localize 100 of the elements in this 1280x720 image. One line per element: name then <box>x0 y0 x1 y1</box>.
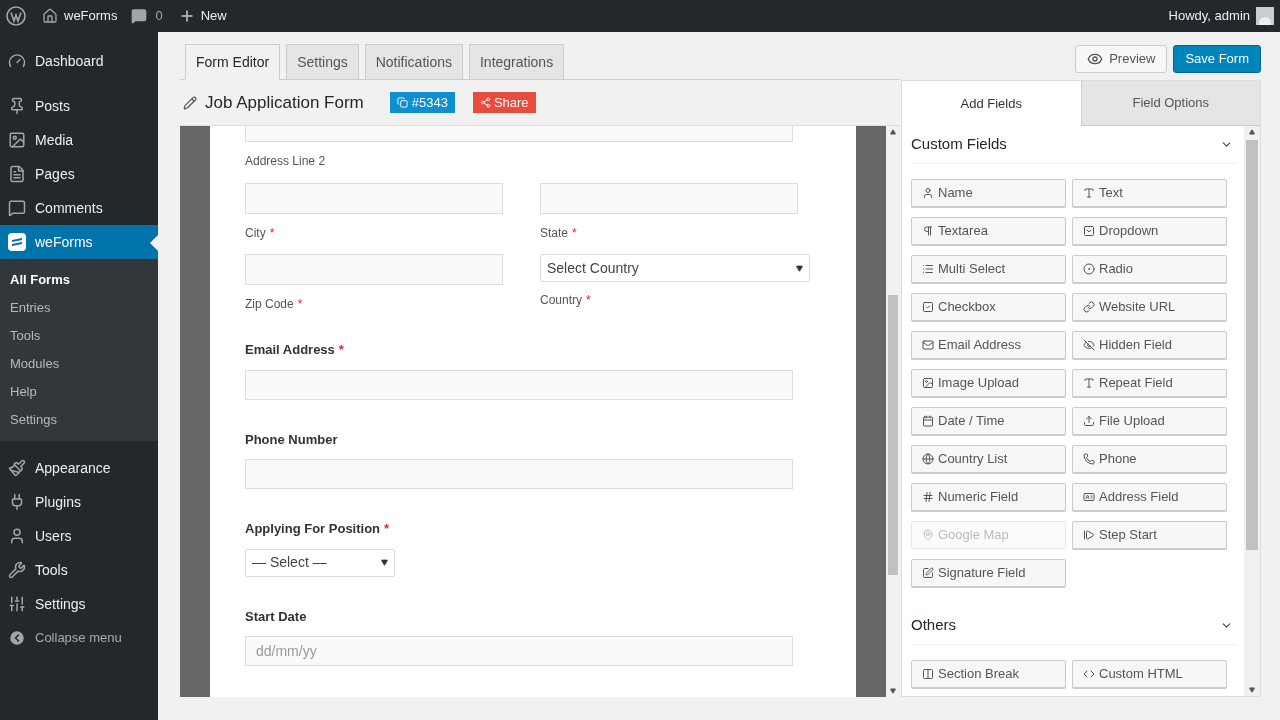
field-sublabel: State * <box>540 225 577 242</box>
scrollbar[interactable] <box>1244 126 1260 696</box>
columns-icon <box>922 668 934 680</box>
text-input[interactable] <box>245 126 793 142</box>
sidebar-item[interactable]: Posts <box>0 89 158 123</box>
sidebar-item[interactable]: Dashboard <box>0 44 158 78</box>
sidebar-item[interactable]: Pages <box>0 157 158 191</box>
editor-tab[interactable]: Integrations <box>469 44 565 80</box>
field-button[interactable]: Section Break <box>911 660 1066 688</box>
share-button[interactable]: Share <box>472 92 536 113</box>
field-button[interactable]: Address Field <box>1072 483 1227 511</box>
calendar-icon <box>922 415 934 427</box>
required-mark: * <box>269 226 275 240</box>
site-link[interactable]: weForms <box>64 6 118 26</box>
share-icon <box>479 97 491 108</box>
gauge-icon <box>8 52 26 70</box>
scroll-up-icon[interactable] <box>1249 129 1255 135</box>
menu-pointer-icon <box>150 235 158 251</box>
preview-button[interactable]: Preview <box>1075 45 1168 73</box>
sidebar-item[interactable]: Settings <box>0 587 158 621</box>
scroll-down-icon[interactable] <box>1249 687 1255 693</box>
field-button[interactable]: Multi Select <box>911 255 1066 283</box>
editor-tab[interactable]: Notifications <box>364 44 463 80</box>
sidebar-item[interactable]: Appearance <box>0 451 158 485</box>
form-id-badge[interactable]: #5343 <box>389 92 455 113</box>
field-button[interactable]: Textarea <box>911 217 1066 245</box>
text-input[interactable] <box>245 254 503 285</box>
section-heading[interactable]: Custom Fields <box>911 133 1007 156</box>
text-input[interactable] <box>245 459 793 489</box>
field-button[interactable]: Name <box>911 179 1066 207</box>
dropdown-icon <box>1083 225 1095 237</box>
comment-icon[interactable] <box>131 8 148 24</box>
sliders-icon <box>8 595 26 613</box>
plus-icon[interactable] <box>178 8 195 24</box>
scrollbar[interactable] <box>886 126 900 697</box>
save-form-button[interactable]: Save Form <box>1173 45 1261 73</box>
sidebar-item[interactable]: Users <box>0 519 158 553</box>
scroll-up-icon[interactable] <box>890 129 896 135</box>
submenu-item[interactable]: All Forms <box>0 266 158 294</box>
sidebar-item[interactable]: Tools <box>0 553 158 587</box>
field-button[interactable]: Hidden Field <box>1072 331 1227 359</box>
link-icon <box>1083 301 1095 313</box>
comment-count[interactable]: 0 <box>155 6 163 26</box>
field-button[interactable]: Image Upload <box>911 369 1066 397</box>
field-button[interactable]: Step Start <box>1072 521 1227 549</box>
section-heading[interactable]: Others <box>911 614 956 637</box>
pin-icon <box>8 97 26 115</box>
caret-icon <box>796 264 803 272</box>
submenu-item[interactable]: Settings <box>0 406 158 434</box>
country-select[interactable]: Select Country <box>540 254 810 282</box>
field-button[interactable]: Text <box>1072 179 1227 207</box>
field-button[interactable]: Website URL <box>1072 293 1227 321</box>
field-button[interactable]: Date / Time <box>911 407 1066 435</box>
field-label: Phone Number <box>245 430 338 449</box>
position-select[interactable]: — Select — <box>245 548 395 577</box>
field-button[interactable]: Custom HTML <box>1072 660 1227 688</box>
paragraph-icon <box>922 225 934 237</box>
field-button[interactable]: Radio <box>1072 255 1227 283</box>
sidebar-item[interactable]: weForms <box>0 225 158 259</box>
field-button[interactable]: File Upload <box>1072 407 1227 435</box>
field-button[interactable]: Checkbox <box>911 293 1066 321</box>
text-input[interactable] <box>245 369 793 400</box>
field-button[interactable]: Dropdown <box>1072 217 1227 245</box>
edit-icon <box>922 567 934 579</box>
form-title[interactable]: Job Application Form <box>205 89 364 116</box>
field-button[interactable]: Country List <box>911 445 1066 473</box>
editor-tab[interactable]: Settings <box>286 44 359 80</box>
field-button[interactable]: Signature Field <box>911 559 1066 587</box>
submenu-item[interactable]: Tools <box>0 322 158 350</box>
text-input[interactable] <box>245 183 503 214</box>
scroll-down-icon[interactable] <box>890 688 896 694</box>
sidebar-item[interactable]: Plugins <box>0 485 158 519</box>
brush-icon <box>8 459 26 477</box>
editor-tab[interactable]: Form Editor <box>185 44 281 80</box>
submenu-item[interactable]: Entries <box>0 294 158 322</box>
sidebar-item[interactable]: Comments <box>0 191 158 225</box>
field-button[interactable]: Phone <box>1072 445 1227 473</box>
panel-tab[interactable]: Field Options <box>1080 81 1260 126</box>
eye-icon <box>1087 51 1104 67</box>
pencil-icon[interactable] <box>183 95 197 110</box>
field-sublabel: Address Line 2 <box>245 153 327 170</box>
text-input[interactable] <box>540 183 798 214</box>
submenu-item[interactable]: Help <box>0 378 158 406</box>
field-label: Email Address * <box>245 341 344 359</box>
field-sublabel: Country * <box>540 292 591 309</box>
collapse-menu-button[interactable]: Collapse menu <box>0 621 158 655</box>
new-link[interactable]: New <box>200 6 227 26</box>
howdy-link[interactable]: Howdy, admin <box>1168 6 1250 26</box>
sidebar-item[interactable]: Media <box>0 123 158 157</box>
required-mark: * <box>572 226 577 240</box>
user-icon <box>922 187 934 199</box>
field-button[interactable]: Numeric Field <box>911 483 1066 511</box>
copy-icon <box>396 97 408 108</box>
required-mark: * <box>384 521 390 536</box>
card-icon <box>1083 491 1095 503</box>
submenu-item[interactable]: Modules <box>0 350 158 378</box>
wordpress-logo-icon[interactable] <box>6 6 26 26</box>
home-icon[interactable] <box>42 8 58 24</box>
field-button[interactable]: Repeat Field <box>1072 369 1227 397</box>
field-button[interactable]: Email Address <box>911 331 1066 359</box>
